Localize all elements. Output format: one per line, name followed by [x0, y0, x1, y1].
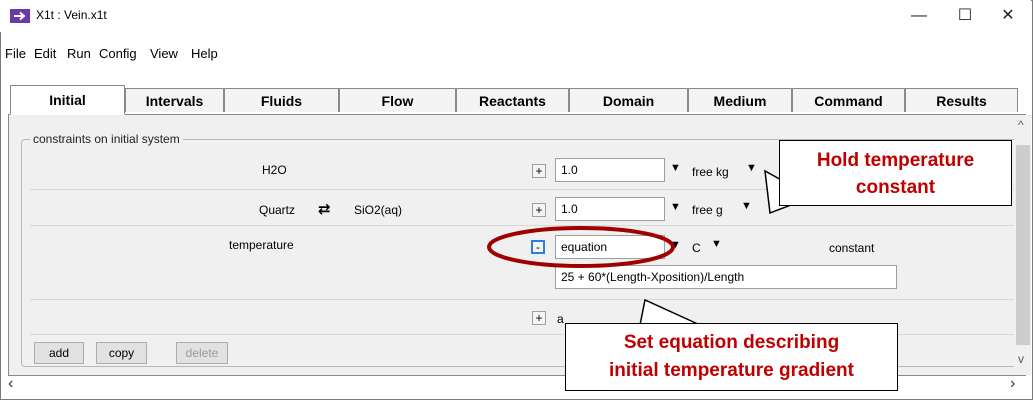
highlight-ellipse: [487, 226, 675, 268]
callout-equation-line2: initial temperature gradient: [609, 360, 854, 381]
callout-equation-pointer: [639, 298, 701, 326]
callout-hold-line1: Hold temperature: [816, 150, 975, 171]
callout-equation-line1: Set equation describing: [623, 332, 840, 353]
callout-set-equation: Set equation describing initial temperat…: [565, 323, 898, 391]
callout-hold-temperature: Hold temperature constant: [779, 140, 1012, 206]
tab-initial[interactable]: Initial: [10, 85, 125, 115]
callout-hold-line2: constant: [855, 177, 936, 198]
